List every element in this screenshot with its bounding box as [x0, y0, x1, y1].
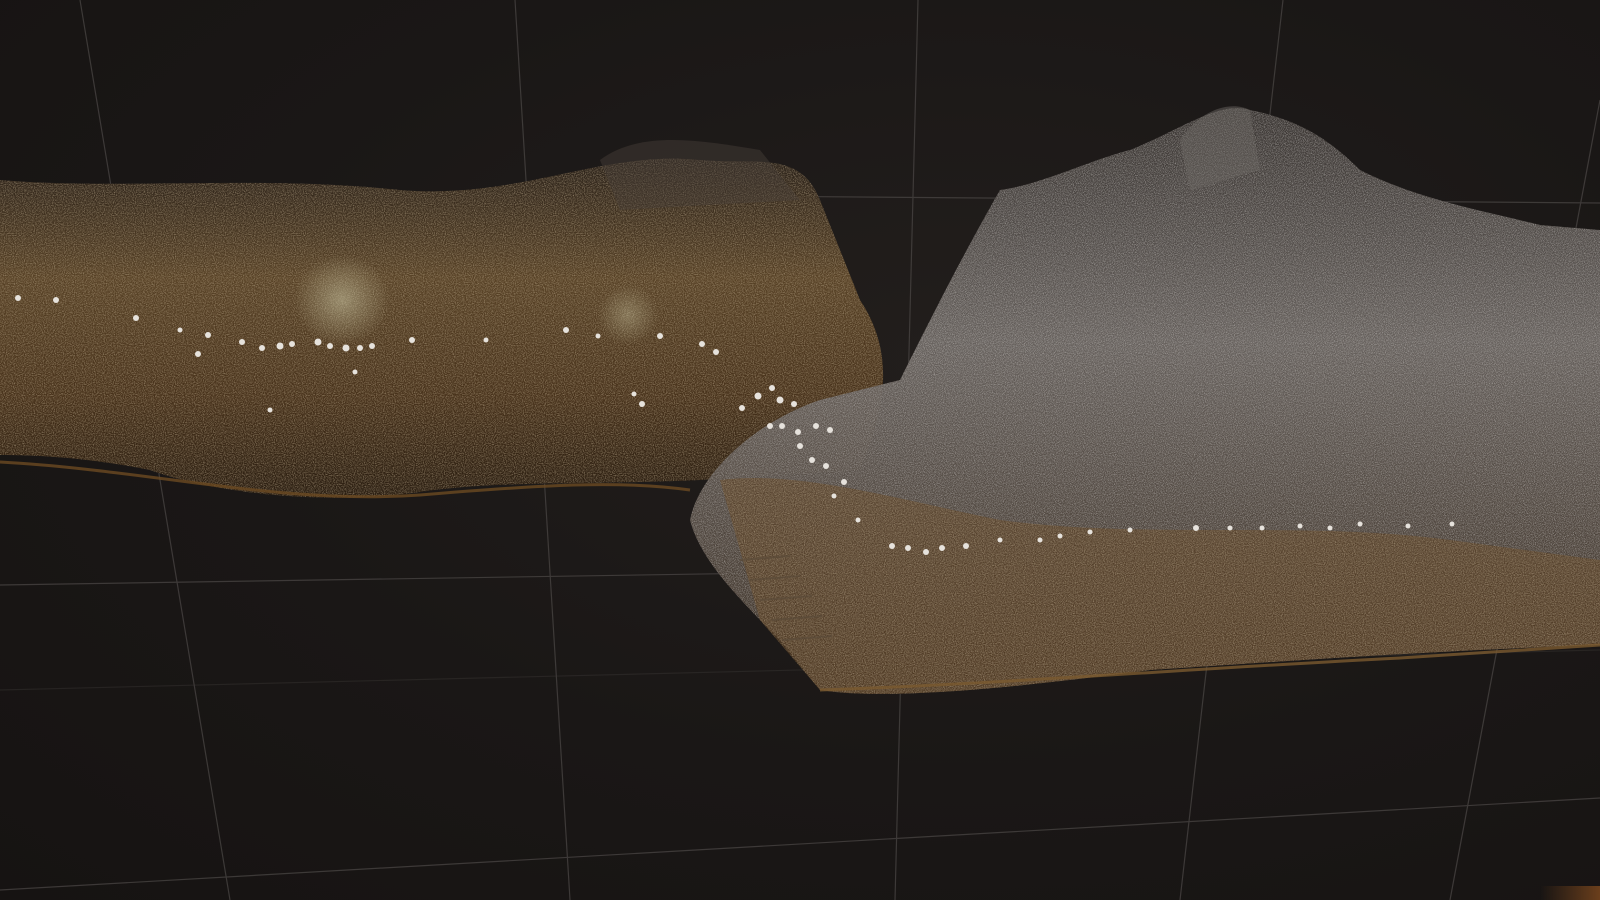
viewport-frame-edge	[1540, 886, 1600, 900]
point-cloud-viewport[interactable]	[0, 0, 1600, 900]
point-cloud	[0, 106, 1600, 694]
archway-patch	[294, 255, 390, 345]
archway-patch	[598, 285, 658, 345]
